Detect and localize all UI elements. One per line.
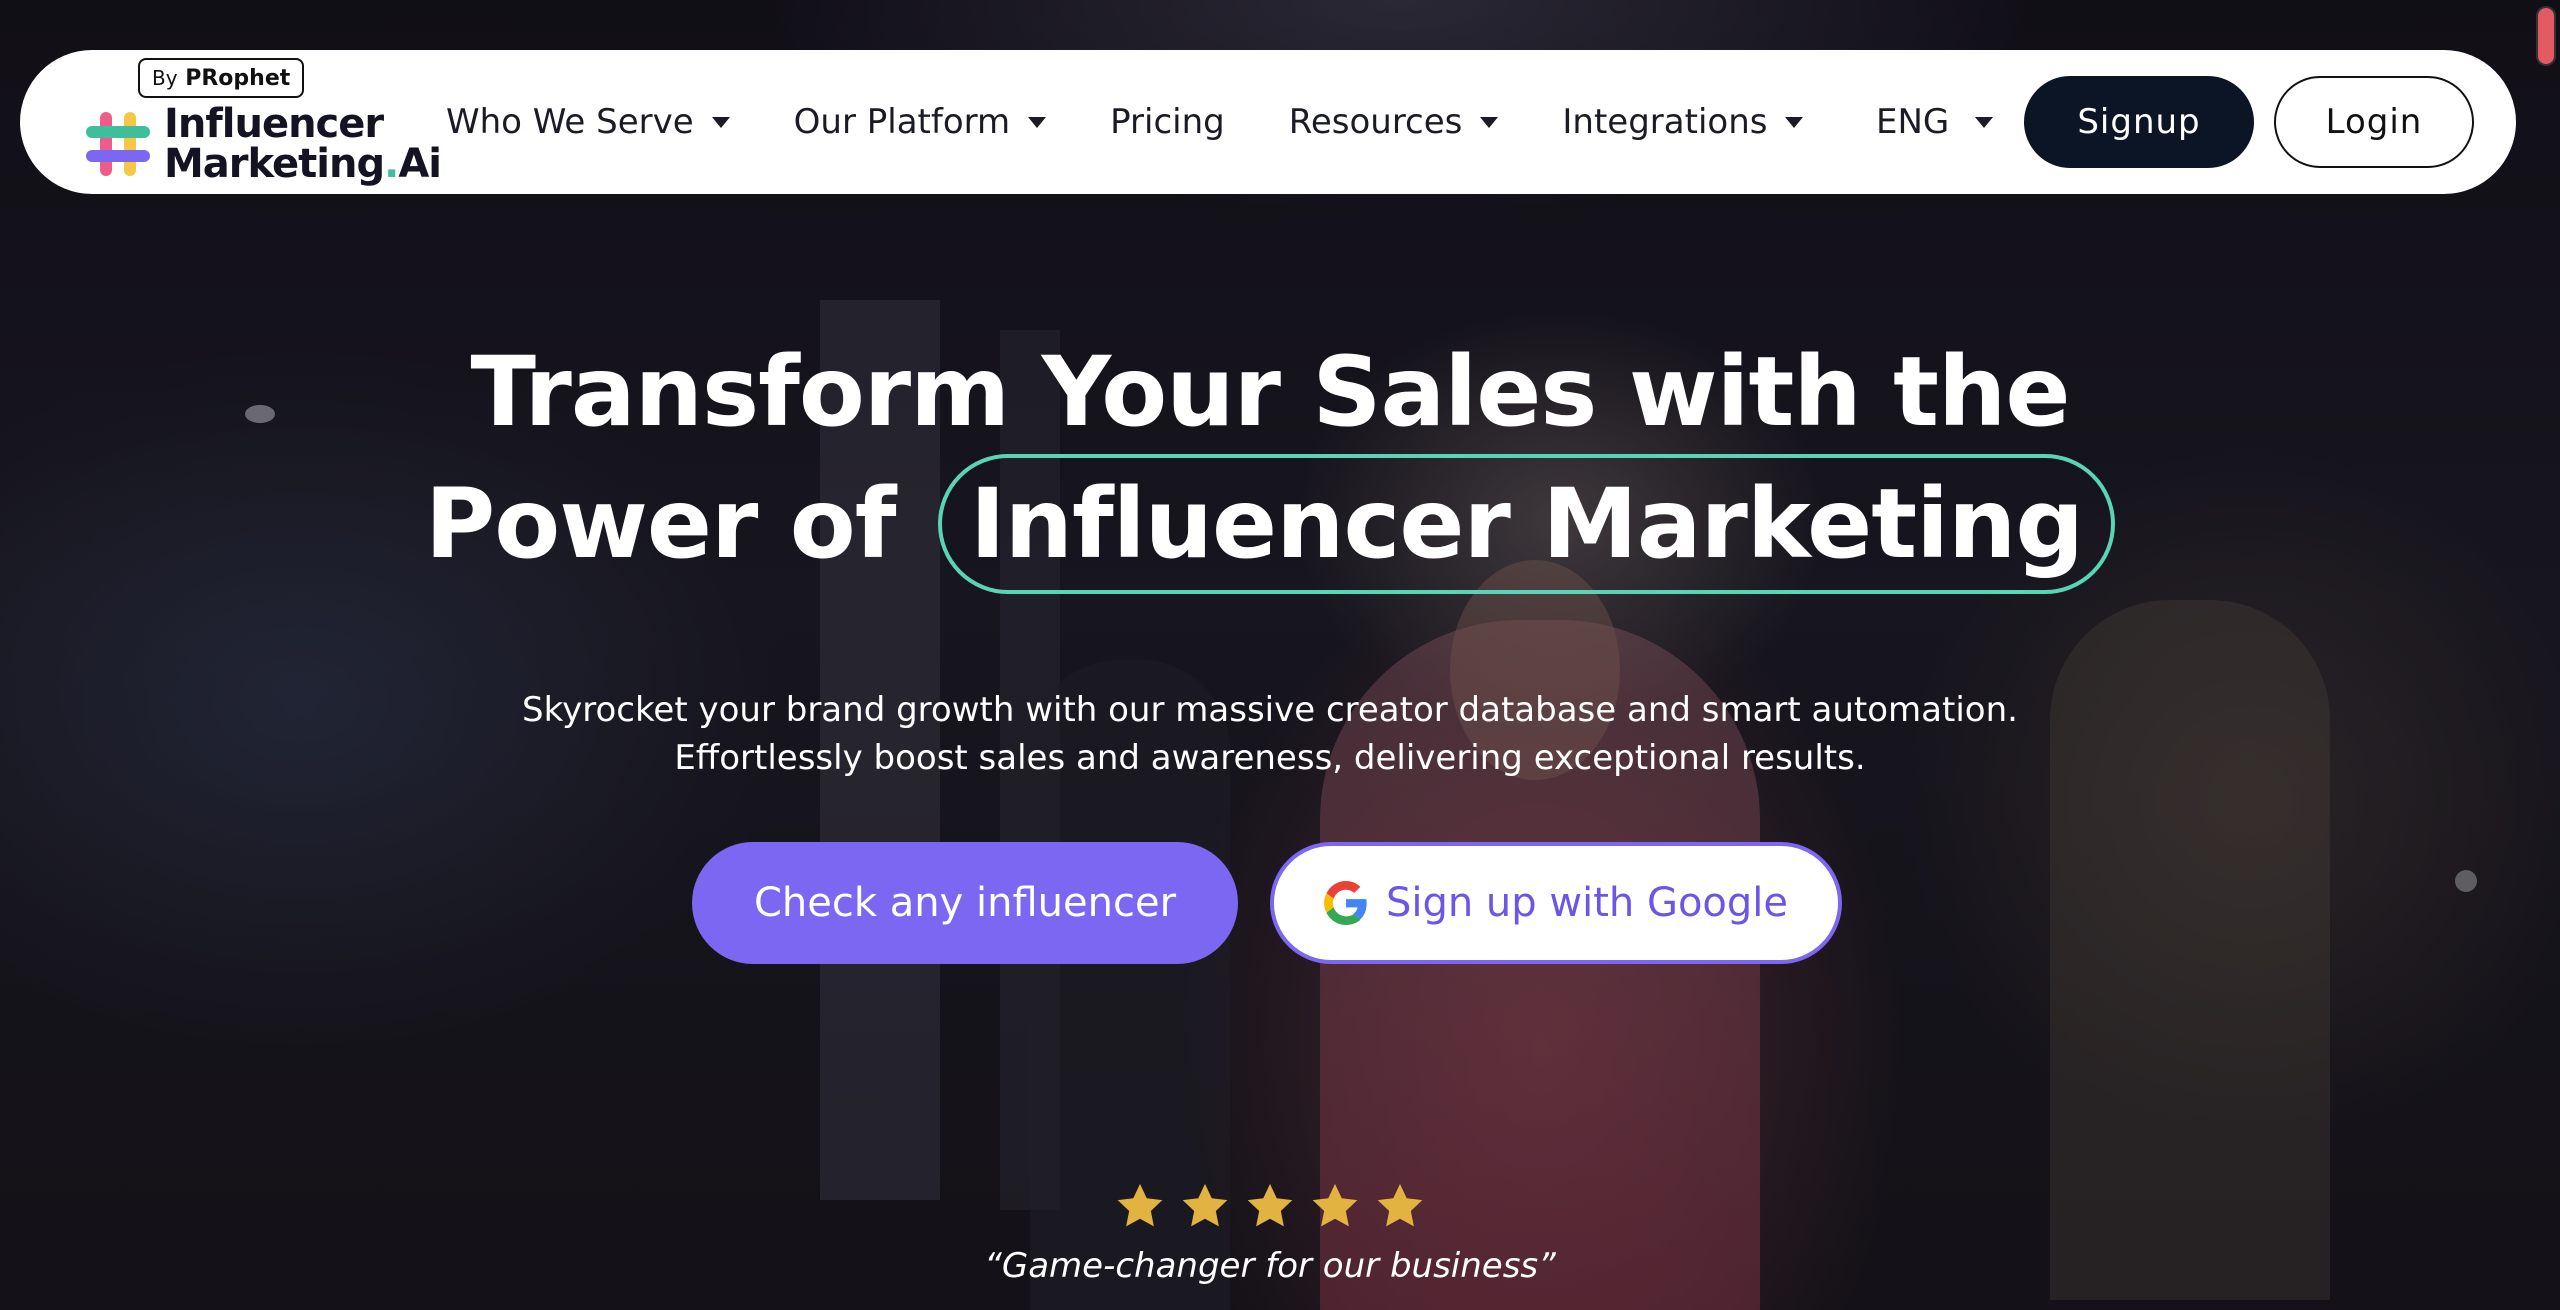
hero-background [0, 0, 2560, 1310]
menu-item-our-platform[interactable]: Our Platform [793, 102, 1047, 142]
prophet-badge: By PRophet [138, 58, 305, 98]
headline-prefix: Power of [424, 468, 897, 580]
hero-overlay [0, 0, 2560, 1310]
menu-item-label: Resources [1288, 102, 1463, 142]
star-icon [1312, 1183, 1358, 1227]
login-button[interactable]: Login [2274, 76, 2474, 168]
headline-line-1: Transform Your Sales with the [470, 336, 2071, 448]
brand-name-marketing: Marketing [164, 141, 385, 187]
headline-highlight-pill: Influencer Marketing [937, 454, 2116, 594]
menu-item-integrations[interactable]: Integrations [1562, 102, 1804, 142]
star-icon [1117, 1183, 1163, 1227]
brand-name-dot: . [384, 141, 399, 187]
star-icon [1247, 1183, 1293, 1227]
brand-name-line2: Marketing.Ai [164, 141, 442, 187]
main-menu: Who We Serve Our Platform Pricing Resour… [446, 50, 1867, 194]
menu-item-label: Our Platform [793, 102, 1011, 142]
headline-line-2: Power of Influencer Marketing [0, 454, 2540, 594]
menu-item-pricing[interactable]: Pricing [1110, 102, 1225, 142]
badge-by-text: By [152, 66, 178, 90]
menu-item-resources[interactable]: Resources [1289, 102, 1499, 142]
chevron-down-icon [1480, 116, 1499, 128]
top-navigation: By PRophet Influencer Marketing.Ai Who W… [20, 50, 2516, 194]
logo-hash-icon [86, 112, 150, 176]
menu-item-who-we-serve[interactable]: Who We Serve [446, 102, 730, 142]
hero-headline: Transform Your Sales with the Power of I… [0, 330, 2540, 594]
subhead-line-1: Skyrocket your brand growth with our mas… [522, 690, 2018, 730]
subhead-line-2: Effortlessly boost sales and awareness, … [674, 738, 1866, 778]
menu-item-label: Integrations [1562, 102, 1768, 142]
badge-name-text: PRophet [185, 66, 291, 91]
check-influencer-button[interactable]: Check any influencer [692, 842, 1238, 964]
star-icon [1377, 1183, 1423, 1227]
chevron-down-icon [1028, 116, 1047, 128]
brand-name-line1: Influencer [164, 101, 384, 147]
chevron-down-icon [711, 116, 730, 128]
brand-name: Influencer Marketing.Ai [164, 101, 442, 187]
google-signup-label: Sign up with Google [1385, 880, 1789, 926]
google-signup-button[interactable]: Sign up with Google [1270, 842, 1842, 964]
testimonial-quote: “Game-changer for our business” [984, 1246, 1556, 1286]
chevron-down-icon [1975, 116, 1994, 128]
signup-button[interactable]: Signup [2024, 76, 2254, 168]
google-icon [1323, 881, 1367, 925]
language-label: ENG [1876, 102, 1950, 142]
menu-item-label: Pricing [1110, 102, 1225, 142]
rating-stars [0, 1180, 2540, 1236]
scrollbar-thumb[interactable] [2536, 6, 2556, 66]
hero-subheadline: Skyrocket your brand growth with our mas… [0, 686, 2540, 782]
brand-name-ai: Ai [398, 141, 442, 187]
language-selector[interactable]: ENG [1876, 50, 1994, 194]
menu-item-label: Who We Serve [446, 102, 694, 142]
brand-logo[interactable]: By PRophet Influencer Marketing.Ai [64, 58, 442, 184]
star-icon [1182, 1183, 1228, 1227]
chevron-down-icon [1785, 116, 1804, 128]
